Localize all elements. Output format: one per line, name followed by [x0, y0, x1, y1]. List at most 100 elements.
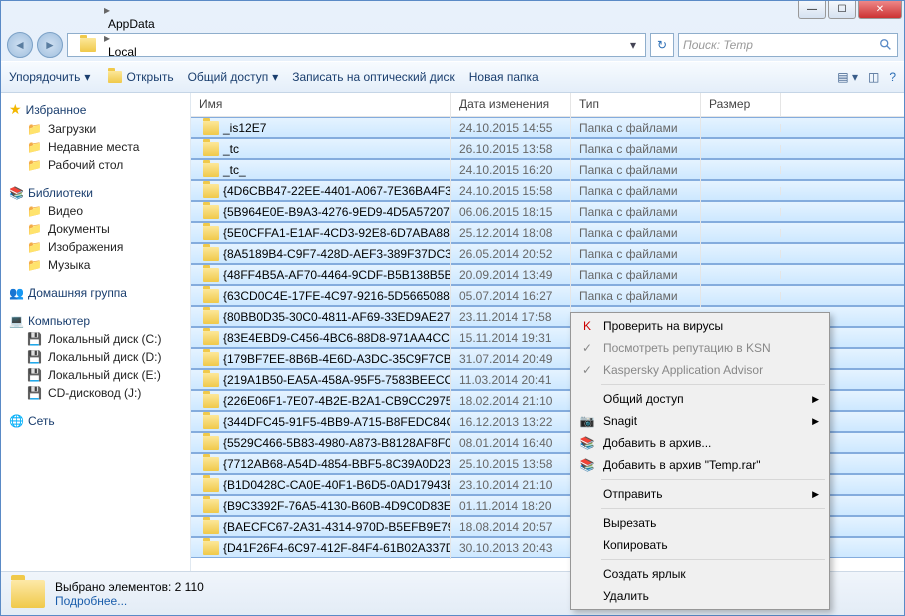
table-row[interactable]: _tc_24.10.2015 16:20Папка с файлами	[191, 159, 904, 180]
nav-item[interactable]: 📁Загрузки	[1, 120, 190, 138]
file-name: {BAECFC67-2A31-4314-970D-B5EFB9E796...	[223, 520, 451, 534]
ctx-cut[interactable]: Вырезать	[573, 512, 827, 534]
file-type: Папка с файлами	[571, 180, 701, 202]
file-type: Папка с файлами	[571, 285, 701, 307]
folder-icon	[203, 373, 219, 387]
table-row[interactable]: {48FF4B5A-AF70-4464-9CDF-B5B138B5B7...20…	[191, 264, 904, 285]
nav-item[interactable]: 💾Локальный диск (E:)	[1, 366, 190, 384]
nav-item[interactable]: 📁Музыка	[1, 256, 190, 274]
col-name[interactable]: Имя	[191, 93, 451, 116]
file-name: {B1D0428C-CA0E-40F1-B6D5-0AD17943E...	[223, 478, 451, 492]
folder-icon	[203, 163, 219, 177]
file-name: {80BB0D35-30C0-4811-AF69-33ED9AE27...	[223, 310, 451, 324]
file-date: 18.08.2014 20:57	[451, 516, 571, 538]
ctx-delete[interactable]: Удалить	[573, 585, 827, 607]
nav-network[interactable]: 🌐 Сеть	[1, 412, 190, 430]
ctx-kav-advisor[interactable]: ✓Kaspersky Application Advisor	[573, 359, 827, 381]
share-button[interactable]: Общий доступ ▾	[188, 70, 279, 84]
burn-button[interactable]: Записать на оптический диск	[292, 70, 455, 84]
forward-button[interactable]: ►	[37, 32, 63, 58]
breadcrumb-local[interactable]: Local	[102, 45, 161, 59]
nav-libraries[interactable]: 📚 Библиотеки	[1, 184, 190, 202]
nav-item[interactable]: 💾CD-дисковод (J:)	[1, 384, 190, 402]
breadcrumb-appdata[interactable]: AppData	[102, 17, 161, 31]
table-row[interactable]: _tc26.10.2015 13:58Папка с файлами	[191, 138, 904, 159]
nav-item[interactable]: 💾Локальный диск (C:)	[1, 330, 190, 348]
file-date: 08.01.2014 16:40	[451, 432, 571, 454]
address-bar[interactable]: Admin▸AppData▸Local▸Temp▸ ▾	[67, 33, 646, 57]
col-size[interactable]: Размер	[701, 93, 781, 116]
file-date: 26.05.2014 20:52	[451, 243, 571, 265]
file-date: 20.09.2014 13:49	[451, 264, 571, 286]
table-row[interactable]: _is12E724.10.2015 14:55Папка с файлами	[191, 117, 904, 138]
ctx-copy[interactable]: Копировать	[573, 534, 827, 556]
nav-item[interactable]: 📁Рабочий стол	[1, 156, 190, 174]
folder-icon	[70, 34, 102, 56]
back-button[interactable]: ◄	[7, 32, 33, 58]
nav-favorites[interactable]: ★Избранное	[1, 99, 190, 120]
context-menu: KПроверить на вирусы ✓Посмотреть репутац…	[570, 312, 830, 610]
ctx-scan-virus[interactable]: KПроверить на вирусы	[573, 315, 827, 337]
table-row[interactable]: {4D6CBB47-22EE-4401-A067-7E36BA4F37...24…	[191, 180, 904, 201]
file-size	[701, 208, 781, 216]
nav-item[interactable]: 📁Документы	[1, 220, 190, 238]
ctx-add-archive[interactable]: 📚Добавить в архив...	[573, 432, 827, 454]
table-row[interactable]: {5B964E0E-B9A3-4276-9ED9-4D5A572074...06…	[191, 201, 904, 222]
table-row[interactable]: {8A5189B4-C9F7-428D-AEF3-389F37DC34...26…	[191, 243, 904, 264]
organize-button[interactable]: Упорядочить ▾	[9, 70, 90, 84]
file-name: _tc	[223, 142, 239, 156]
file-date: 25.12.2014 18:08	[451, 222, 571, 244]
file-name: {219A1B50-EA5A-458A-95F5-7583BEECC...	[223, 373, 451, 387]
file-type: Папка с файлами	[571, 138, 701, 160]
ctx-send[interactable]: Отправить▶	[573, 483, 827, 505]
col-date[interactable]: Дата изменения	[451, 93, 571, 116]
help-button[interactable]: ?	[889, 70, 896, 84]
nav-item[interactable]: 📁Изображения	[1, 238, 190, 256]
details-link[interactable]: Подробнее...	[55, 594, 204, 608]
table-row[interactable]: {5E0CFFA1-E1AF-4CD3-92E8-6D7ABA881...25.…	[191, 222, 904, 243]
view-button[interactable]: ▤ ▾	[837, 70, 858, 84]
folder-icon: 📁	[27, 140, 42, 154]
file-date: 31.07.2014 20:49	[451, 348, 571, 370]
folder-icon	[203, 205, 219, 219]
column-headers[interactable]: Имя Дата изменения Тип Размер	[191, 93, 904, 117]
maximize-button[interactable]: ☐	[828, 1, 856, 19]
nav-item[interactable]: 📁Видео	[1, 202, 190, 220]
chevron-right-icon[interactable]: ▸	[102, 31, 112, 45]
ctx-ksn[interactable]: ✓Посмотреть репутацию в KSN	[573, 337, 827, 359]
history-dropdown[interactable]: ▾	[623, 35, 643, 55]
nav-item[interactable]: 💾Локальный диск (D:)	[1, 348, 190, 366]
file-date: 30.10.2013 20:43	[451, 537, 571, 559]
nav-item[interactable]: 📁Недавние места	[1, 138, 190, 156]
file-size	[701, 124, 781, 132]
file-date: 23.11.2014 17:58	[451, 306, 571, 328]
folder-icon	[203, 478, 219, 492]
folder-icon	[203, 247, 219, 261]
ctx-snagit[interactable]: 📷Snagit▶	[573, 410, 827, 432]
folder-icon	[203, 436, 219, 450]
refresh-button[interactable]: ↻	[650, 33, 674, 57]
ctx-share[interactable]: Общий доступ▶	[573, 388, 827, 410]
ctx-shortcut[interactable]: Создать ярлык	[573, 563, 827, 585]
file-name: {B9C3392F-76A5-4130-B60B-4D9C0D83E6...	[223, 499, 451, 513]
minimize-button[interactable]: —	[798, 1, 826, 19]
address-row: ◄ ► Admin▸AppData▸Local▸Temp▸ ▾ ↻ Поиск:…	[1, 29, 904, 61]
nav-computer[interactable]: 💻 Компьютер	[1, 312, 190, 330]
nav-homegroup[interactable]: 👥 Домашняя группа	[1, 284, 190, 302]
folder-icon	[203, 331, 219, 345]
drive-icon: 💾	[27, 386, 42, 400]
file-type: Папка с файлами	[571, 243, 701, 265]
ctx-add-rar[interactable]: 📚Добавить в архив "Temp.rar"	[573, 454, 827, 476]
close-button[interactable]: ✕	[858, 1, 902, 19]
file-type: Папка с файлами	[571, 159, 701, 181]
chevron-right-icon[interactable]: ▸	[102, 3, 112, 17]
open-button[interactable]: Открыть	[104, 70, 173, 84]
table-row[interactable]: {63CD0C4E-17FE-4C97-9216-5D56650887...05…	[191, 285, 904, 306]
preview-pane-button[interactable]: ◫	[868, 70, 879, 84]
file-date: 24.10.2015 16:20	[451, 159, 571, 181]
new-folder-button[interactable]: Новая папка	[469, 70, 539, 84]
snagit-icon: 📷	[579, 413, 595, 429]
col-type[interactable]: Тип	[571, 93, 701, 116]
search-input[interactable]: Поиск: Temp	[678, 33, 898, 57]
folder-icon	[203, 541, 219, 555]
